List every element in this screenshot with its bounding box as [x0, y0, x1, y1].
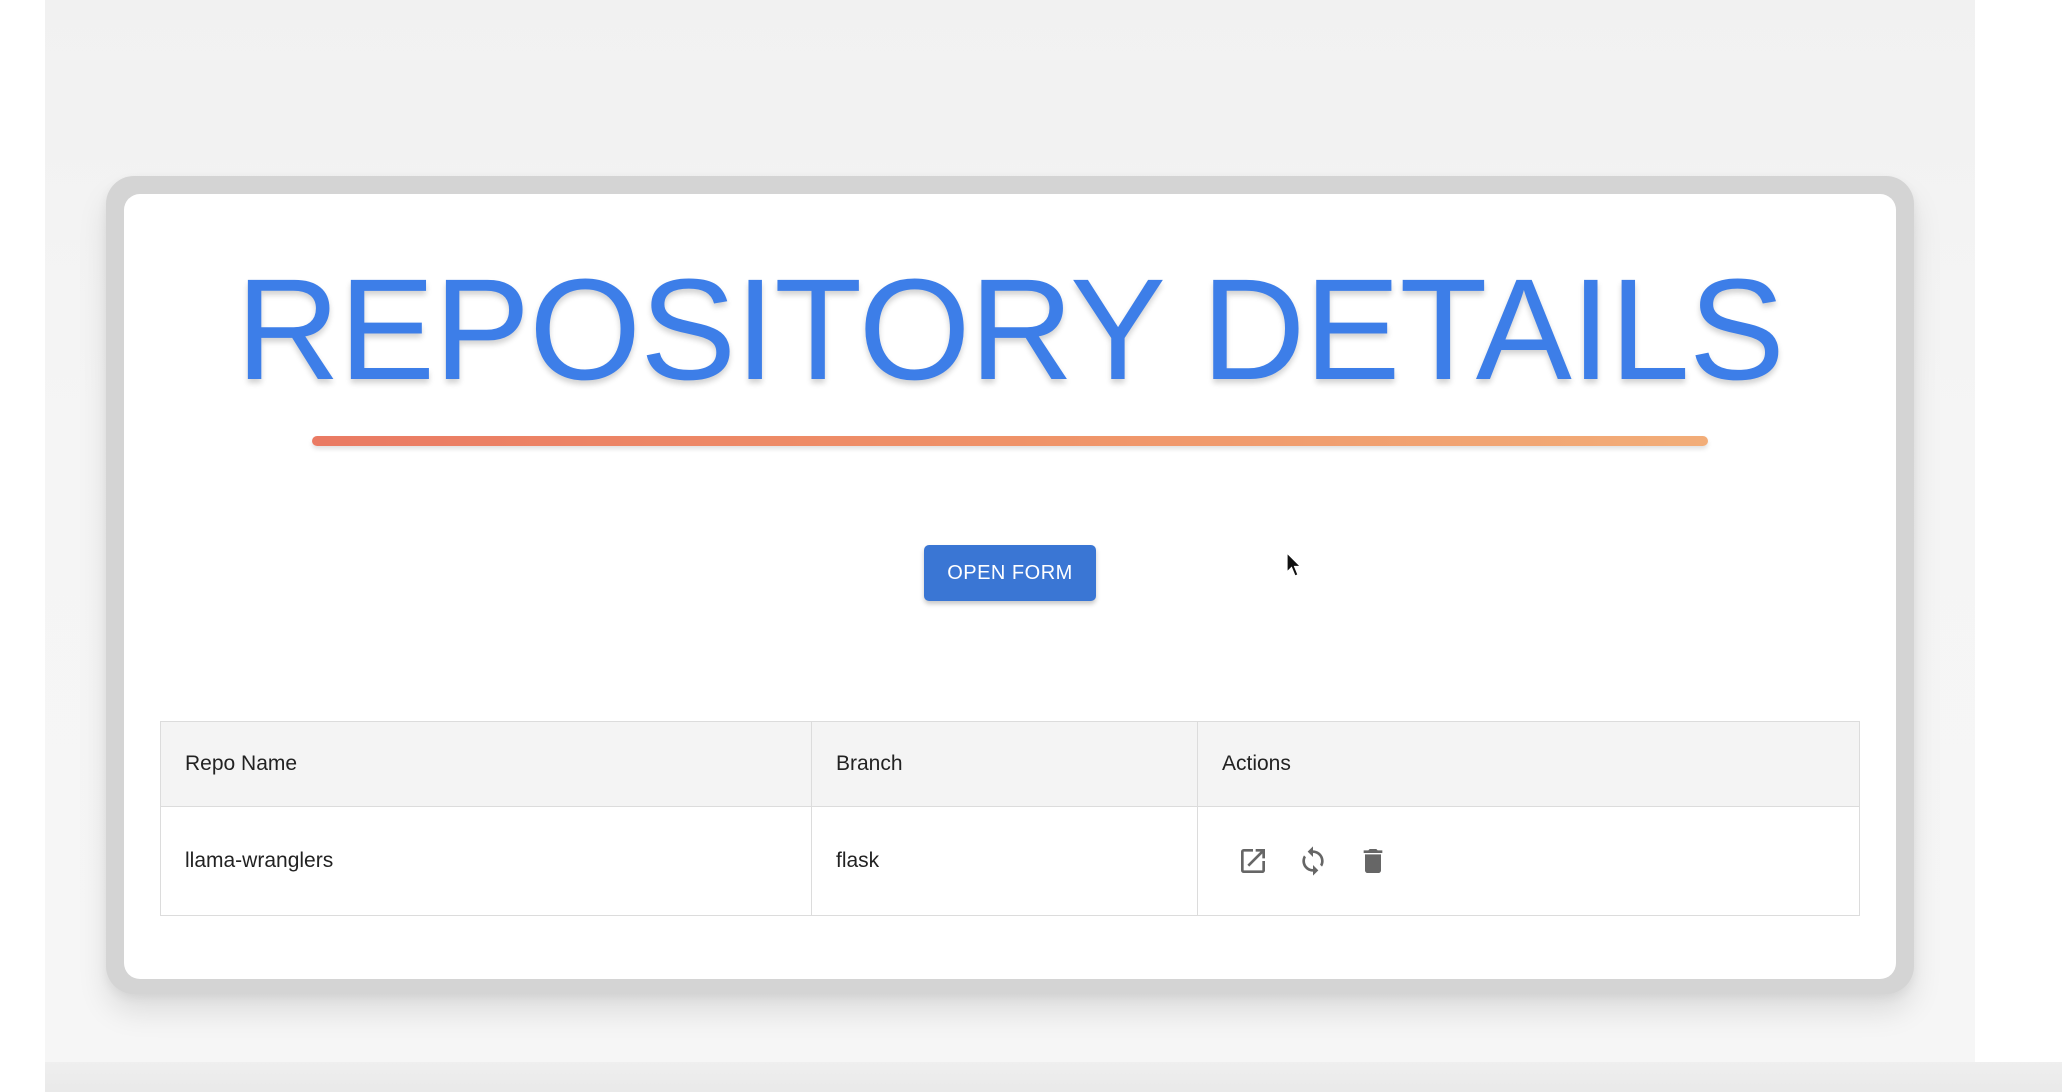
title-underline [312, 436, 1708, 446]
column-header-repo-name: Repo Name [160, 721, 812, 807]
mouse-cursor-icon [1286, 552, 1302, 577]
bottom-strip [45, 1062, 2062, 1092]
table-row: llama-wranglers flask [160, 806, 1860, 916]
open-form-button[interactable]: OPEN FORM [924, 545, 1096, 601]
column-header-branch: Branch [811, 721, 1198, 807]
repo-name-cell: llama-wranglers [160, 806, 812, 916]
actions-cell [1197, 806, 1860, 916]
row-actions [1222, 842, 1859, 880]
branch-cell: flask [811, 806, 1198, 916]
page: REPOSITORY DETAILS OPEN FORM Repo Name B… [0, 0, 2062, 1092]
sync-icon[interactable] [1294, 842, 1332, 880]
open-external-icon[interactable] [1234, 842, 1272, 880]
column-header-actions: Actions [1197, 721, 1860, 807]
delete-icon[interactable] [1354, 842, 1392, 880]
table-header-row: Repo Name Branch Actions [160, 721, 1860, 807]
repository-table: Repo Name Branch Actions llama-wranglers… [160, 721, 1860, 916]
page-title: REPOSITORY DETAILS [236, 249, 1785, 410]
